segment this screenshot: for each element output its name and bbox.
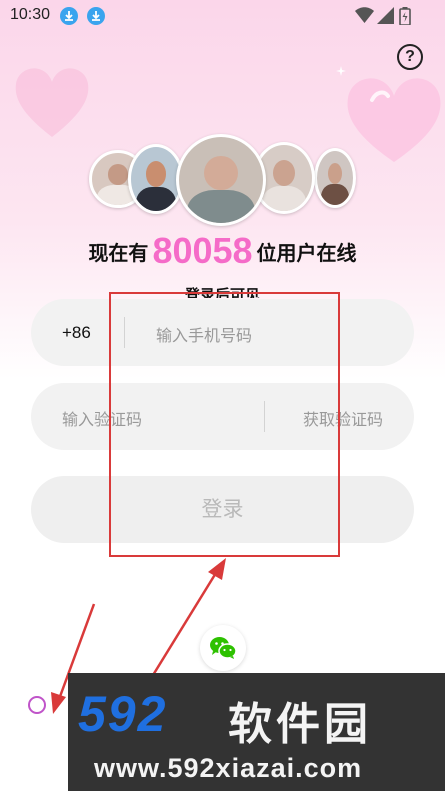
wechat-login-button[interactable] — [200, 625, 246, 671]
watermark-url: www.592xiazai.com — [94, 753, 363, 783]
watermark: 592 软件园 www.592xiazai.com — [68, 673, 445, 791]
watermark-brand: 592 — [78, 686, 168, 742]
agreement-radio[interactable] — [28, 696, 46, 714]
watermark-name: 软件园 — [228, 699, 372, 750]
wechat-icon — [210, 637, 237, 659]
